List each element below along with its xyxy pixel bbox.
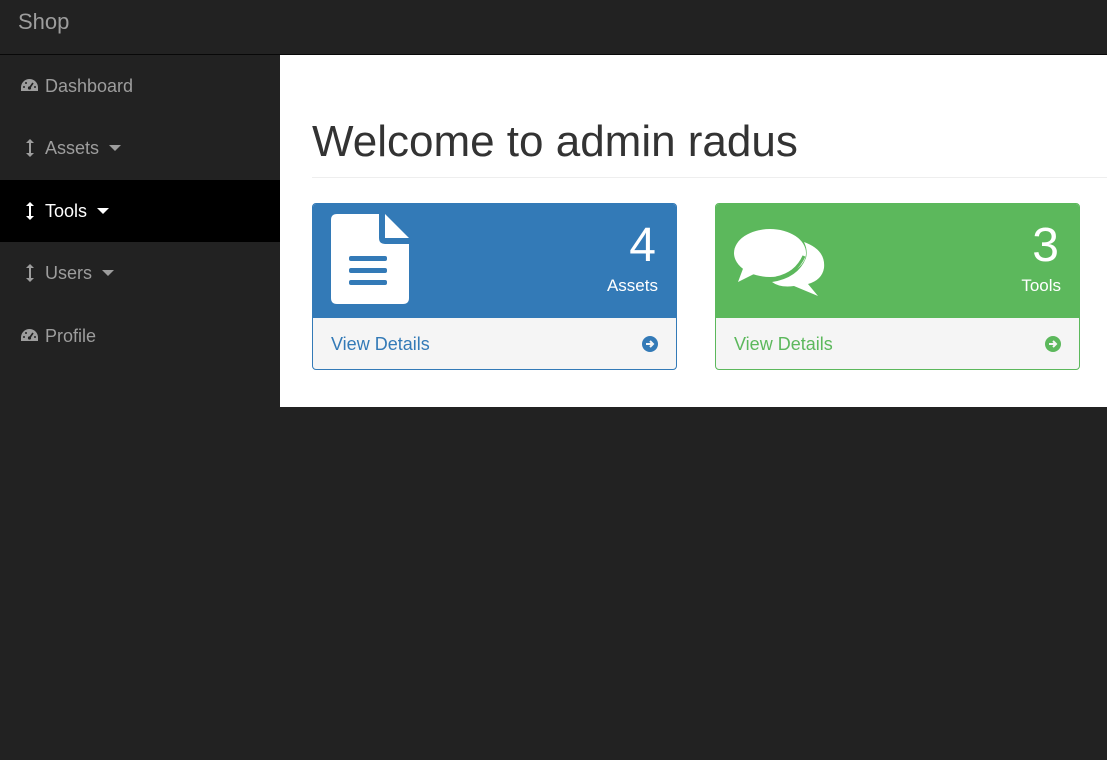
arrows-vertical-icon <box>20 139 39 157</box>
dashboard-icon <box>20 77 39 95</box>
caret-down-icon <box>109 145 122 151</box>
sidebar-item-label: Profile <box>45 325 97 346</box>
file-text-icon <box>331 214 409 309</box>
sidebar-item-assets[interactable]: Assets <box>0 117 280 179</box>
dashboard-icon <box>20 327 39 345</box>
assets-panel: 4 Assets View Details <box>312 203 677 370</box>
assets-view-details-link[interactable]: View Details <box>313 318 676 369</box>
sidebar-item-tools[interactable]: Tools <box>0 180 280 242</box>
title-divider <box>312 177 1107 178</box>
tools-panel: 3 Tools View Details <box>715 203 1080 370</box>
sidebar: Dashboard Assets Tools Users Profile <box>0 55 280 760</box>
tools-label: Tools <box>1021 276 1061 295</box>
sidebar-item-label: Assets <box>45 137 100 158</box>
tools-panel-heading: 3 Tools <box>716 204 1079 318</box>
view-details-label: View Details <box>734 333 833 354</box>
main-content: Welcome to admin radus 4 Assets View Det… <box>280 55 1107 407</box>
caret-down-icon <box>102 270 115 276</box>
brand-link[interactable]: Shop <box>18 9 69 35</box>
sidebar-item-dashboard[interactable]: Dashboard <box>0 55 280 117</box>
sidebar-item-profile[interactable]: Profile <box>0 305 280 367</box>
sidebar-item-label: Tools <box>45 200 88 221</box>
comments-icon <box>734 226 826 303</box>
assets-count: 4 <box>629 219 656 272</box>
tools-view-details-link[interactable]: View Details <box>716 318 1079 369</box>
sidebar-item-users[interactable]: Users <box>0 242 280 304</box>
assets-panel-heading: 4 Assets <box>313 204 676 318</box>
view-details-label: View Details <box>331 333 430 354</box>
sidebar-item-label: Dashboard <box>45 75 134 96</box>
circle-arrow-right-icon <box>1045 336 1061 352</box>
arrows-vertical-icon <box>20 264 39 282</box>
sidebar-item-label: Users <box>45 262 93 283</box>
circle-arrow-right-icon <box>642 336 658 352</box>
tools-count: 3 <box>1032 219 1059 272</box>
assets-label: Assets <box>606 276 658 295</box>
page-title: Welcome to admin radus <box>312 117 798 166</box>
caret-down-icon <box>97 208 110 214</box>
arrows-vertical-icon <box>20 202 39 220</box>
top-navbar: Shop <box>0 0 1107 55</box>
